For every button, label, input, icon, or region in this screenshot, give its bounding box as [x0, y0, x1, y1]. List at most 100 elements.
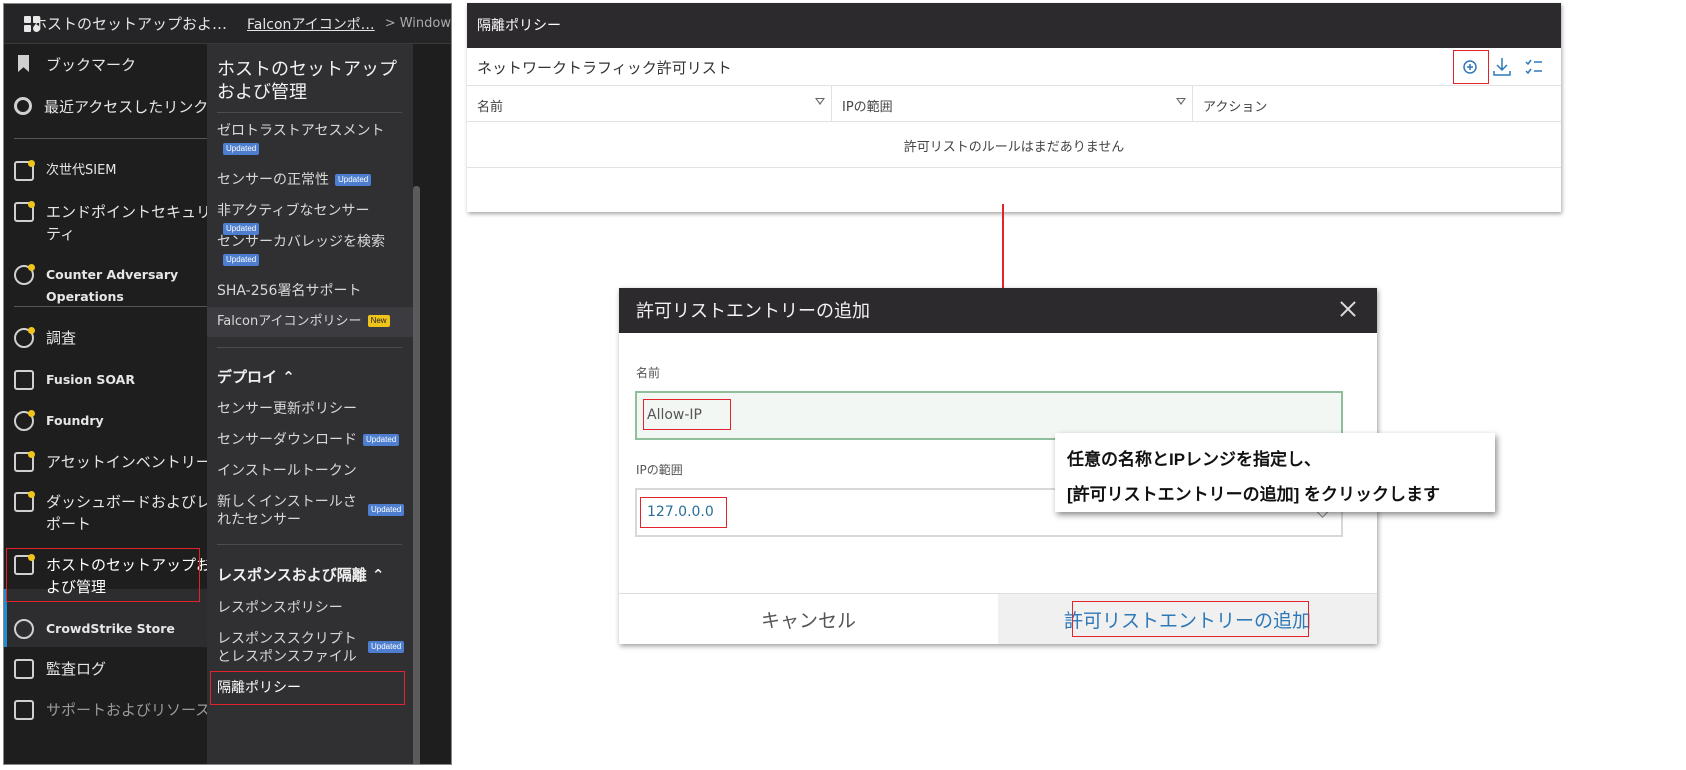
add-button-highlight	[1453, 50, 1489, 84]
sub-item-label: レスポンスポリシー	[217, 600, 343, 616]
callout-line-2: [許可リストエントリーの追加] をクリックします	[1067, 485, 1441, 504]
nav-label: 調査	[46, 329, 77, 347]
endpoint-icon	[14, 201, 35, 222]
containment-highlight	[210, 671, 405, 705]
updated-badge: Updated	[368, 504, 405, 516]
containment-policy-panel: 隔離ポリシー ネットワークトラフィック許可リスト 名前 IPの範囲 アクション …	[467, 3, 1561, 212]
add-entry-submit-button[interactable]: 許可リストエントリーの追加	[998, 594, 1377, 644]
asset-icon	[14, 451, 35, 472]
bookmark-icon	[18, 55, 29, 72]
host-setup-highlight	[6, 548, 200, 602]
workflow-icon	[14, 370, 34, 390]
response-section-header[interactable]: レスポンスおよび隔離 ⌃	[217, 564, 385, 585]
main-nav: ブックマーク 最近アクセスしたリンク 次世代SIEM エンドポイントセキュリティ…	[4, 44, 222, 764]
nav-item-audit-log[interactable]: 監査ログ	[14, 658, 214, 680]
empty-state: 許可リストのルールはまだありません	[467, 122, 1561, 168]
sub-item-sensor-coverage[interactable]: センサーカバレッジを検索 Updated	[217, 233, 407, 269]
column-ip-range[interactable]: IPの範囲	[832, 86, 1193, 121]
sub-item-response-scripts[interactable]: レスポンススクリプトとレスポンスファイル	[217, 630, 362, 666]
sub-item-falcon-icon-policy[interactable]: Falconアイコンポリシー New	[217, 313, 407, 331]
clock-icon	[14, 97, 32, 115]
dashboard-icon	[14, 491, 35, 512]
column-name[interactable]: 名前	[467, 86, 832, 121]
sub-item-label: センサーカバレッジを検索	[217, 234, 385, 250]
sub-item-new-sensors[interactable]: 新しくインストールされたセンサー	[217, 493, 362, 529]
nav-item-recent[interactable]: 最近アクセスしたリンク	[14, 96, 214, 118]
sub-item-update-policy[interactable]: センサー更新ポリシー	[217, 400, 407, 418]
ip-label: IPの範囲	[636, 463, 683, 477]
store-icon	[14, 619, 34, 639]
name-label: 名前	[636, 366, 661, 380]
topbar-section-title: ホストのセットアップおよ…	[32, 15, 228, 33]
breadcrumb-link[interactable]: Falconアイコンポ…	[247, 14, 375, 34]
breadcrumb-next[interactable]: > Windows	[385, 16, 451, 31]
sub-item-sensor-health[interactable]: センサーの正常性 Updated	[217, 171, 407, 189]
column-label: アクション	[1203, 100, 1268, 115]
new-badge: New	[367, 315, 390, 327]
add-entry-highlight	[1072, 601, 1309, 637]
nav-label: Fusion SOAR	[46, 372, 135, 387]
instruction-callout: 任意の名称とIPレンジを指定し、 [許可リストエントリーの追加] をクリックしま…	[1055, 433, 1495, 512]
nav-item-assets[interactable]: アセットインベントリー	[14, 451, 214, 473]
nav-item-store[interactable]: CrowdStrike Store	[14, 618, 214, 640]
sub-divider	[217, 347, 402, 348]
column-label: 名前	[477, 100, 504, 115]
sub-item-label: Falconアイコンポリシー	[217, 314, 362, 329]
nav-label: サポートおよびリソース	[46, 701, 211, 719]
nav-label: ダッシュボードおよびレポート	[46, 493, 212, 533]
nav-label: 最近アクセスしたリンク	[44, 98, 209, 116]
nav-label: 監査ログ	[46, 660, 107, 678]
column-actions: アクション	[1193, 86, 1277, 121]
nav-label: Counter Adversary Operations	[46, 267, 179, 304]
nav-item-bookmarks[interactable]: ブックマーク	[14, 54, 214, 76]
nav-item-endpoint[interactable]: エンドポイントセキュリティ	[14, 201, 214, 245]
sub-item-install-token[interactable]: インストールトークン	[217, 462, 407, 480]
nav-item-siem[interactable]: 次世代SIEM	[14, 160, 214, 182]
nav-item-support[interactable]: サポートおよびリソース	[14, 699, 214, 721]
nav-item-fusion-soar[interactable]: Fusion SOAR	[14, 369, 214, 391]
nav-item-foundry[interactable]: Foundry	[14, 410, 214, 432]
nav-divider	[14, 138, 210, 139]
sub-item-sha256[interactable]: SHA-256署名サポート	[217, 282, 407, 300]
nav-item-investigate[interactable]: 調査	[14, 327, 214, 349]
adversary-icon	[14, 264, 35, 285]
table-header: 名前 IPの範囲 アクション	[467, 86, 1561, 122]
sub-item-label: ゼロトラストアセスメント	[217, 123, 385, 139]
callout-line-1: 任意の名称とIPレンジを指定し、	[1067, 450, 1322, 469]
deploy-section-header[interactable]: デプロイ ⌃	[217, 366, 295, 387]
sub-item-response-policy[interactable]: レスポンスポリシー	[217, 599, 407, 617]
foundry-icon	[14, 410, 35, 431]
dialog-header: 許可リストエントリーの追加	[619, 288, 1377, 333]
siem-icon	[14, 160, 35, 181]
download-icon	[1493, 58, 1511, 76]
dialog-title: 許可リストエントリーの追加	[636, 301, 870, 322]
updated-badge: Updated	[335, 174, 372, 186]
sub-item-label: 新しくインストールされたセンサー	[217, 494, 357, 528]
sub-item-label: レスポンススクリプトとレスポンスファイル	[217, 631, 357, 665]
filter-icon[interactable]	[1176, 98, 1186, 105]
cancel-button[interactable]: キャンセル	[619, 594, 998, 644]
close-icon[interactable]	[1339, 300, 1357, 318]
falcon-console: ホストのセットアップおよ… Falconアイコンポ… > Windows ブック…	[3, 3, 452, 765]
nav-item-dashboards[interactable]: ダッシュボードおよびレポート	[14, 491, 214, 535]
panel-title: 隔離ポリシー	[467, 3, 1561, 48]
subpanel-scrollbar[interactable]	[413, 186, 420, 764]
audit-log-icon	[14, 659, 34, 679]
sub-divider	[217, 112, 402, 113]
dialog-footer: キャンセル 許可リストエントリーの追加	[619, 593, 1377, 644]
sub-item-label: 非アクティブなセンサー	[217, 203, 370, 219]
nav-item-adversary[interactable]: Counter Adversary Operations	[14, 264, 214, 308]
sub-item-sensor-download[interactable]: センサーダウンロード Updated	[217, 431, 407, 449]
bulk-select-button[interactable]	[1521, 54, 1547, 80]
updated-badge: Updated	[223, 143, 260, 155]
filter-icon[interactable]	[815, 98, 825, 105]
sub-item-zero-trust[interactable]: ゼロトラストアセスメント Updated	[217, 122, 407, 158]
nav-divider	[14, 306, 210, 307]
nav-label: エンドポイントセキュリティ	[46, 203, 212, 243]
download-button[interactable]	[1489, 54, 1515, 80]
support-icon	[14, 700, 34, 720]
nav-label: 次世代SIEM	[46, 163, 117, 178]
investigate-icon	[14, 327, 35, 348]
sub-item-label: SHA-256署名サポート	[217, 283, 362, 299]
sub-divider	[217, 544, 402, 545]
